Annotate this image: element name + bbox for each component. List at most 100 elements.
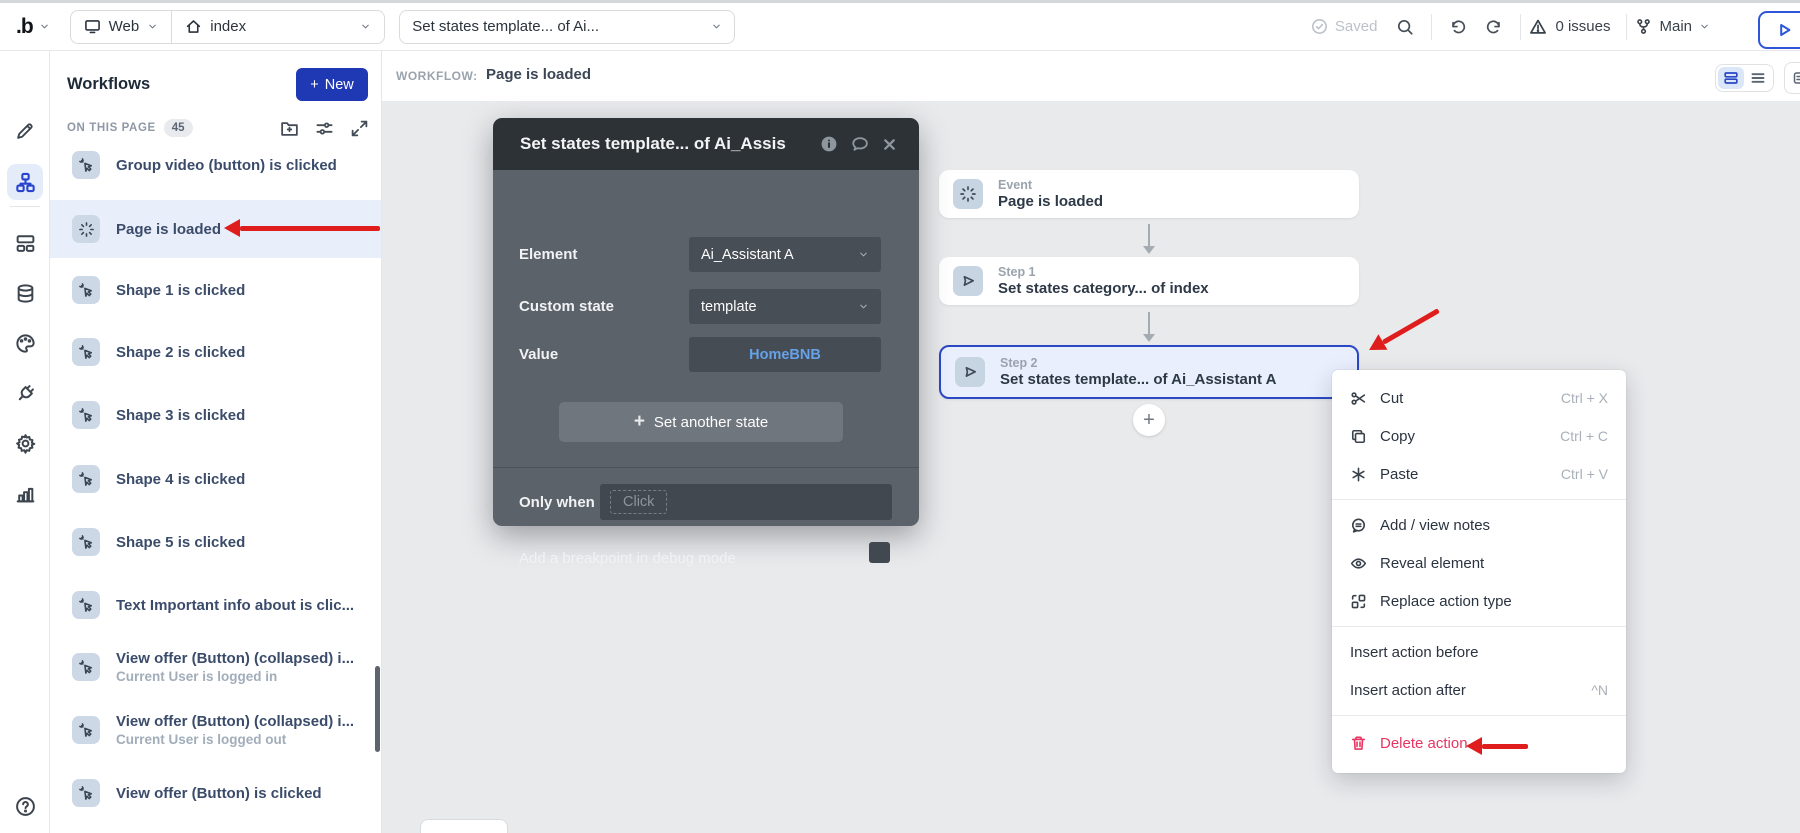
branch-selector[interactable]: Main	[1635, 18, 1710, 35]
preview-button[interactable]	[1758, 11, 1800, 49]
workflow-list-item[interactable]: View offer (Button) (collapsed) i... Cur…	[50, 637, 382, 697]
chevron-down-icon	[858, 301, 869, 312]
panel-scrollbar[interactable]	[375, 666, 380, 752]
page-dropdown[interactable]: index	[171, 11, 384, 43]
undo-button[interactable]	[1440, 18, 1476, 36]
workflow-list-item[interactable]: Shape 1 is clicked	[50, 262, 382, 318]
click-event-icon	[72, 716, 100, 744]
workflow-dropdown[interactable]: Set states template... of Ai...	[399, 10, 735, 44]
expand-button[interactable]	[350, 119, 369, 138]
only-when-placeholder: Click	[610, 490, 667, 514]
element-dropdown[interactable]: Ai_Assistant A	[689, 237, 881, 272]
check-circle-icon	[1311, 18, 1328, 35]
workflow-list-item[interactable]: View offer (Button) (collapsed) i... Cur…	[50, 700, 382, 760]
add-folder-button[interactable]	[280, 119, 299, 138]
click-event-icon	[72, 591, 100, 619]
new-workflow-button[interactable]: + New	[296, 68, 368, 101]
platform-dropdown[interactable]: Web	[71, 11, 172, 43]
card-view-button[interactable]	[1718, 67, 1744, 89]
close-button[interactable]	[882, 137, 897, 152]
add-action-button[interactable]: +	[1133, 404, 1165, 436]
menu-item-cut[interactable]: Cut Ctrl + X	[1332, 379, 1626, 417]
plus-icon: +	[1143, 409, 1155, 432]
monitor-icon	[84, 18, 101, 35]
workflow-list-item[interactable]: Text Important info about is clic...	[50, 577, 382, 633]
database-icon	[15, 283, 36, 304]
click-event-icon	[72, 151, 100, 179]
comment-button[interactable]	[851, 135, 869, 153]
sidebar-item-reusables[interactable]	[13, 231, 37, 255]
home-icon	[185, 18, 202, 35]
card-kind: Step 1	[998, 265, 1209, 279]
step1-card[interactable]: Step 1 Set states category... of index	[939, 257, 1359, 305]
folder-plus-icon	[280, 119, 299, 138]
flow-connector	[1148, 224, 1150, 246]
step2-card-selected[interactable]: Step 2 Set states template... of Ai_Assi…	[939, 345, 1359, 399]
menu-item-reveal[interactable]: Reveal element	[1332, 544, 1626, 582]
value-label: Value	[519, 346, 558, 363]
list-view-button[interactable]	[1745, 67, 1771, 89]
only-when-input[interactable]: Click	[600, 484, 892, 520]
sidebar-item-plugins[interactable]	[13, 381, 37, 405]
menu-item-paste[interactable]: Paste Ctrl + V	[1332, 455, 1626, 493]
workflow-dropdown-label: Set states template... of Ai...	[412, 18, 599, 35]
git-branch-icon	[1635, 18, 1652, 35]
info-button[interactable]	[820, 135, 838, 153]
value-expression[interactable]: HomeBNB	[701, 347, 869, 363]
page-label: index	[210, 18, 246, 35]
search-button[interactable]	[1387, 18, 1423, 36]
modal-titlebar[interactable]: Set states template... of Ai_Assis	[493, 118, 919, 170]
click-event-icon	[72, 276, 100, 304]
set-another-state-button[interactable]: + Set another state	[559, 402, 843, 442]
workflow-condition: Current User is logged out	[116, 732, 354, 747]
workflow-condition: Current User is logged in	[116, 669, 354, 684]
custom-state-dropdown[interactable]: template	[689, 289, 881, 324]
sidebar-item-settings[interactable]	[13, 431, 37, 455]
menu-item-notes[interactable]: Add / view notes	[1332, 506, 1626, 544]
workflow-list-item-selected[interactable]: Page is loaded	[50, 200, 382, 258]
custom-state-label: Custom state	[519, 298, 614, 315]
workflow-list-item[interactable]: Shape 5 is clicked	[50, 514, 382, 570]
redo-button[interactable]	[1476, 18, 1512, 36]
menu-item-insert-after[interactable]: Insert action after ^N	[1332, 671, 1626, 709]
flow-connector-arrowhead	[1143, 334, 1155, 342]
chevron-down-icon	[1699, 21, 1710, 32]
help-button[interactable]	[13, 794, 37, 818]
divider	[1520, 14, 1521, 40]
event-card[interactable]: Event Page is loaded	[939, 170, 1359, 218]
menu-item-insert-before[interactable]: Insert action before	[1332, 633, 1626, 671]
plus-icon: +	[310, 77, 318, 93]
section-label: ON THIS PAGE	[67, 122, 156, 134]
menu-item-replace[interactable]: Replace action type	[1332, 582, 1626, 620]
bubble-logo[interactable]: .b	[16, 15, 50, 39]
sidebar-item-logs[interactable]	[13, 481, 37, 505]
workflow-list-item[interactable]: Shape 4 is clicked	[50, 451, 382, 507]
page-loaded-icon	[72, 215, 100, 243]
issues-button[interactable]: 0 issues	[1529, 18, 1610, 36]
sidebar-item-design[interactable]	[13, 119, 37, 143]
partial-toolbar-button[interactable]	[1784, 62, 1800, 94]
filter-button[interactable]	[315, 119, 334, 138]
workflow-list-item[interactable]: Group video (button) is clicked	[50, 137, 382, 193]
sidebar-item-styles[interactable]	[13, 331, 37, 355]
value-field[interactable]: HomeBNB	[689, 337, 881, 372]
shortcut: Ctrl + C	[1560, 428, 1608, 444]
gear-icon	[15, 433, 36, 454]
workflow-list-item[interactable]: View offer (Button) is clicked	[50, 765, 382, 821]
window-top-strip	[0, 0, 1800, 3]
menu-item-delete[interactable]: Delete action	[1332, 722, 1626, 764]
workflow-list-item[interactable]: Shape 2 is clicked	[50, 324, 382, 380]
chevron-down-icon	[147, 21, 158, 32]
sidebar-item-workflow[interactable]	[13, 170, 37, 194]
copy-icon	[1350, 428, 1367, 445]
branch-label: Main	[1659, 18, 1692, 35]
card-title: Page is loaded	[998, 193, 1103, 210]
breakpoint-checkbox[interactable]	[869, 542, 890, 563]
canvas-zoom-control-fragment[interactable]	[420, 819, 508, 833]
chevron-down-icon	[858, 249, 869, 260]
workflow-list-item[interactable]: Shape 3 is clicked	[50, 387, 382, 443]
stacked-cards-icon	[1723, 70, 1739, 86]
menu-item-copy[interactable]: Copy Ctrl + C	[1332, 417, 1626, 455]
sidebar-item-data[interactable]	[13, 281, 37, 305]
undo-icon	[1449, 18, 1467, 36]
